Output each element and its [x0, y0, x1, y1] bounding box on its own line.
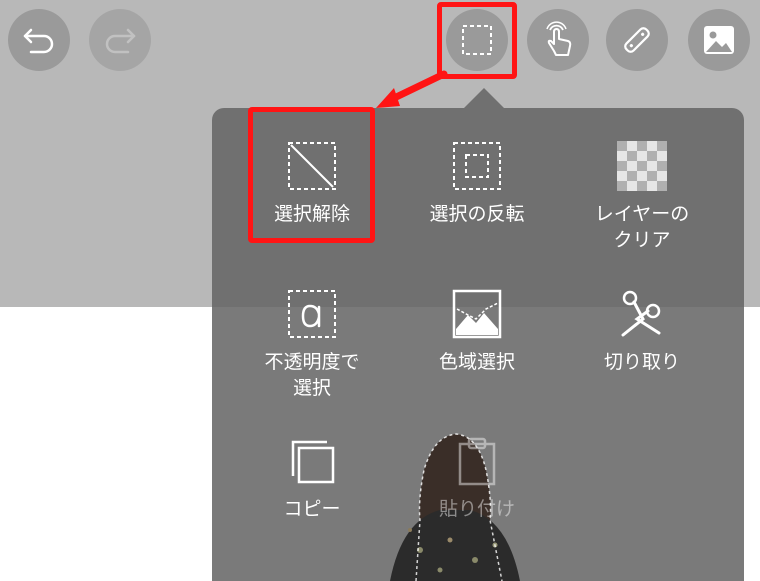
menu-item-label: 選択の反転	[429, 203, 525, 225]
menu-item-label: 色域選択	[438, 351, 515, 373]
undo-button[interactable]	[8, 9, 70, 71]
menu-item-label: 切り取り	[603, 351, 680, 373]
menu-item-select-by-opacity[interactable]: 不透明度で 選択	[222, 289, 402, 401]
menu-item-paste[interactable]: 貼り付け	[387, 436, 567, 522]
ruler-tool-button[interactable]	[606, 9, 668, 71]
highlight-deselect	[248, 107, 375, 243]
menu-item-label: 貼り付け	[438, 498, 515, 520]
invert-selection-icon	[453, 142, 501, 190]
clear-layer-icon	[617, 141, 667, 191]
image-tool-button[interactable]	[688, 9, 750, 71]
redo-icon	[105, 28, 136, 54]
menu-item-clear-layer[interactable]: レイヤーの クリア	[552, 141, 732, 253]
menu-item-cut[interactable]: 切り取り	[552, 289, 732, 375]
menu-item-label: コピー	[283, 498, 341, 520]
undo-icon	[23, 28, 54, 54]
redo-button[interactable]	[89, 9, 151, 71]
ruler-icon	[624, 27, 650, 53]
image-icon	[704, 26, 734, 54]
color-range-icon	[452, 289, 502, 339]
touch-tool-button[interactable]	[527, 9, 589, 71]
panel-pointer	[464, 88, 504, 108]
menu-item-copy[interactable]: コピー	[222, 436, 402, 522]
hand-touch-icon	[546, 21, 572, 56]
copy-icon	[291, 440, 335, 484]
menu-item-label: レイヤーの クリア	[594, 203, 690, 251]
menu-item-invert-selection[interactable]: 選択の反転	[387, 141, 567, 227]
select-by-opacity-icon	[288, 290, 336, 338]
paste-icon	[458, 437, 496, 486]
scissors-icon	[621, 290, 661, 337]
menu-item-color-range[interactable]: 色域選択	[387, 289, 567, 375]
menu-item-label: 不透明度で 選択	[264, 351, 360, 399]
